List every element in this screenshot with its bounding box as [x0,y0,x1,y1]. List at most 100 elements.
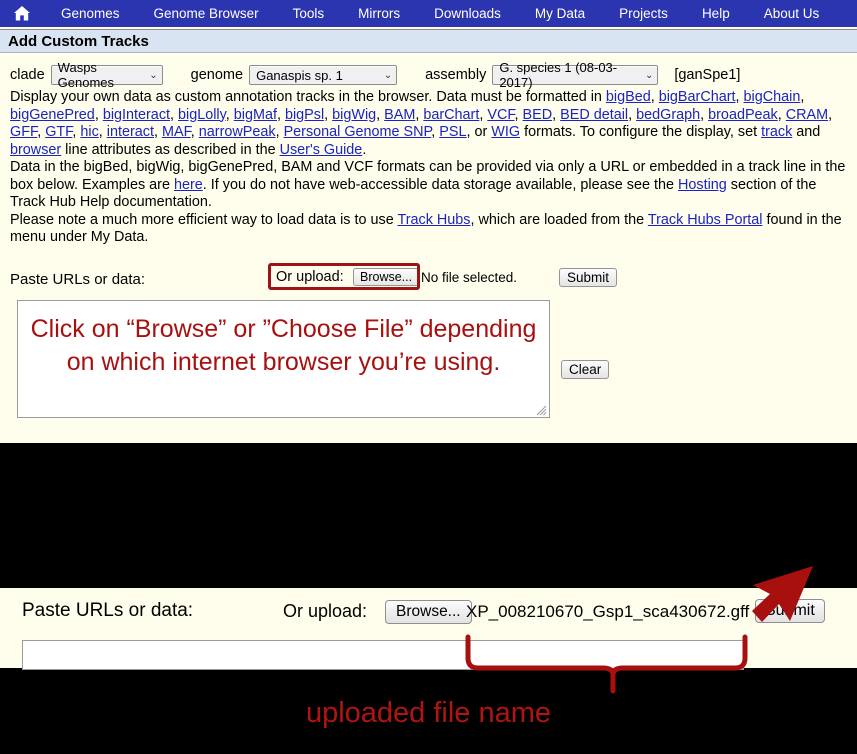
format-separator: , [828,106,833,123]
format-separator: , [650,89,659,105]
link-track-hubs[interactable]: Track Hubs [397,212,470,228]
format-link-barchart[interactable]: barChart [423,107,479,123]
add-custom-tracks-panel: Genomes Genome Browser Tools Mirrors Dow… [0,0,857,443]
format-link-bam[interactable]: BAM [384,107,415,123]
or-upload-label: Or upload: [276,268,344,285]
genome-select[interactable]: Ganaspis sp. 1 ⌄ [249,65,398,85]
link-here[interactable]: here [174,177,203,193]
format-link-bigbed[interactable]: bigBed [606,89,651,105]
annotation-caption-uploaded-file-name: uploaded file name [305,697,552,729]
format-separator: , [37,124,46,140]
format-link-biginteract[interactable]: bigInteract [103,107,170,123]
formats-paragraph: Display your own data as custom annotati… [10,89,847,159]
chevron-down-icon: ⌄ [383,69,393,81]
upload-row-top: Paste URLs or data: Or upload: Browse...… [10,262,847,292]
format-link-gff[interactable]: GFF [10,124,37,140]
paste-urls-textarea-bottom[interactable] [22,640,744,670]
nav-item-mirrors[interactable]: Mirrors [341,0,417,27]
format-link-hic[interactable]: hic [80,124,98,140]
assembly-label: assembly [425,67,487,83]
resize-handle-icon[interactable] [536,405,547,416]
format-link-interact[interactable]: interact [107,124,154,140]
format-link-psl[interactable]: PSL [439,124,466,140]
submit-button-bottom[interactable]: Submit [755,599,825,623]
formats-config-text: formats. To configure the display, set [520,124,762,140]
format-separator: , [276,106,285,123]
track-hubs-text-1: Please note a much more efficient way to… [10,211,398,228]
format-link-bigchain[interactable]: bigChain [744,89,801,105]
formats-or-text: , or [466,124,492,140]
nav-item-downloads[interactable]: Downloads [417,0,518,27]
annotation-browse-instruction: Click on “Browse” or ”Choose File” depen… [30,314,537,376]
format-separator: , [170,106,179,123]
nav-item-about-us[interactable]: About Us [747,0,837,27]
main-navigation-bar: Genomes Genome Browser Tools Mirrors Dow… [0,0,857,29]
clade-select-value: Wasps Genomes [57,60,115,90]
nav-item-genome-browser[interactable]: Genome Browser [137,0,276,27]
browse-button[interactable]: Browse... [353,267,420,286]
clear-button[interactable]: Clear [561,359,610,379]
paste-urls-textarea[interactable]: Click on “Browse” or ”Choose File” depen… [17,299,550,418]
assembly-select-value: G. species 1 (08-03-2017) [499,60,618,90]
format-separator: , [190,124,199,140]
format-link-bigwig[interactable]: bigWig [332,107,376,123]
nav-item-genomes[interactable]: Genomes [44,0,137,27]
formats-intro-text: Display your own data as custom annotati… [10,89,606,105]
format-link-gtf[interactable]: GTF [45,124,72,140]
format-link-bedgraph[interactable]: bedGraph [636,107,700,123]
format-link-bed-detail[interactable]: BED detail [560,107,628,123]
formats-period: . [362,141,367,158]
track-hubs-text-2: , which are loaded from the [470,211,648,228]
upload-result-panel: Paste URLs or data: Or upload: Browse...… [0,588,857,670]
nav-item-projects[interactable]: Projects [602,0,685,27]
format-separator: , [153,124,162,140]
format-link-biglolly[interactable]: bigLolly [178,107,226,123]
format-link-bigmaf[interactable]: bigMaf [234,107,277,123]
format-link-personal-genome-snp[interactable]: Personal Genome SNP [284,124,432,140]
format-separator: , [324,106,333,123]
home-icon[interactable] [0,0,44,27]
format-link-narrowpeak[interactable]: narrowPeak [199,124,276,140]
assembly-selector-row: clade Wasps Genomes ⌄ genome Ganaspis sp… [10,53,847,90]
chevron-down-icon: ⌄ [644,69,654,81]
format-link-bed[interactable]: BED [523,107,553,123]
format-separator: , [552,106,561,123]
format-link-vcf[interactable]: VCF [487,107,514,123]
link-track-hubs-portal[interactable]: Track Hubs Portal [648,212,763,228]
link-track[interactable]: track [761,124,792,140]
format-link-bigpsl[interactable]: bigPsl [285,107,324,123]
submit-button[interactable]: Submit [559,267,618,287]
format-separator: , [98,124,107,140]
format-separator: , [514,106,523,123]
format-separator: , [376,106,385,123]
link-browser[interactable]: browser [10,142,61,158]
no-file-selected-text: No file selected. [421,269,518,285]
format-separator: , [225,106,234,123]
format-link-biggenepred[interactable]: bigGenePred [10,107,95,123]
upload-row-bottom: Paste URLs or data: Or upload: Browse...… [0,588,857,632]
link-users-guide[interactable]: User's Guide [280,142,363,158]
format-link-broadpeak[interactable]: broadPeak [708,107,778,123]
format-link-bigbarchart[interactable]: bigBarChart [659,89,736,105]
nav-item-tools[interactable]: Tools [276,0,342,27]
page-content: clade Wasps Genomes ⌄ genome Ganaspis sp… [0,53,857,425]
format-separator: , [275,124,284,140]
chevron-down-icon: ⌄ [149,69,158,81]
nav-item-my-data[interactable]: My Data [518,0,602,27]
formats-and-text: and [792,124,821,140]
url-data-paragraph: Data in the bigBed, bigWig, bigGenePred,… [10,159,847,212]
track-hubs-paragraph: Please note a much more efficient way to… [10,212,847,247]
clade-select[interactable]: Wasps Genomes ⌄ [50,60,163,90]
format-link-cram[interactable]: CRAM [786,107,828,123]
link-hosting[interactable]: Hosting [678,177,727,193]
format-link-wig[interactable]: WIG [491,124,520,140]
or-upload-label-bottom: Or upload: [283,601,368,621]
format-separator: , [735,89,744,105]
clade-label: clade [10,67,45,83]
nav-item-help[interactable]: Help [685,0,747,27]
assembly-select[interactable]: G. species 1 (08-03-2017) ⌄ [492,60,659,90]
formats-desc-text: line attributes as described in the [61,141,280,158]
browse-button-bottom[interactable]: Browse... [385,600,472,624]
format-link-maf[interactable]: MAF [162,124,191,140]
genome-label: genome [190,67,244,83]
